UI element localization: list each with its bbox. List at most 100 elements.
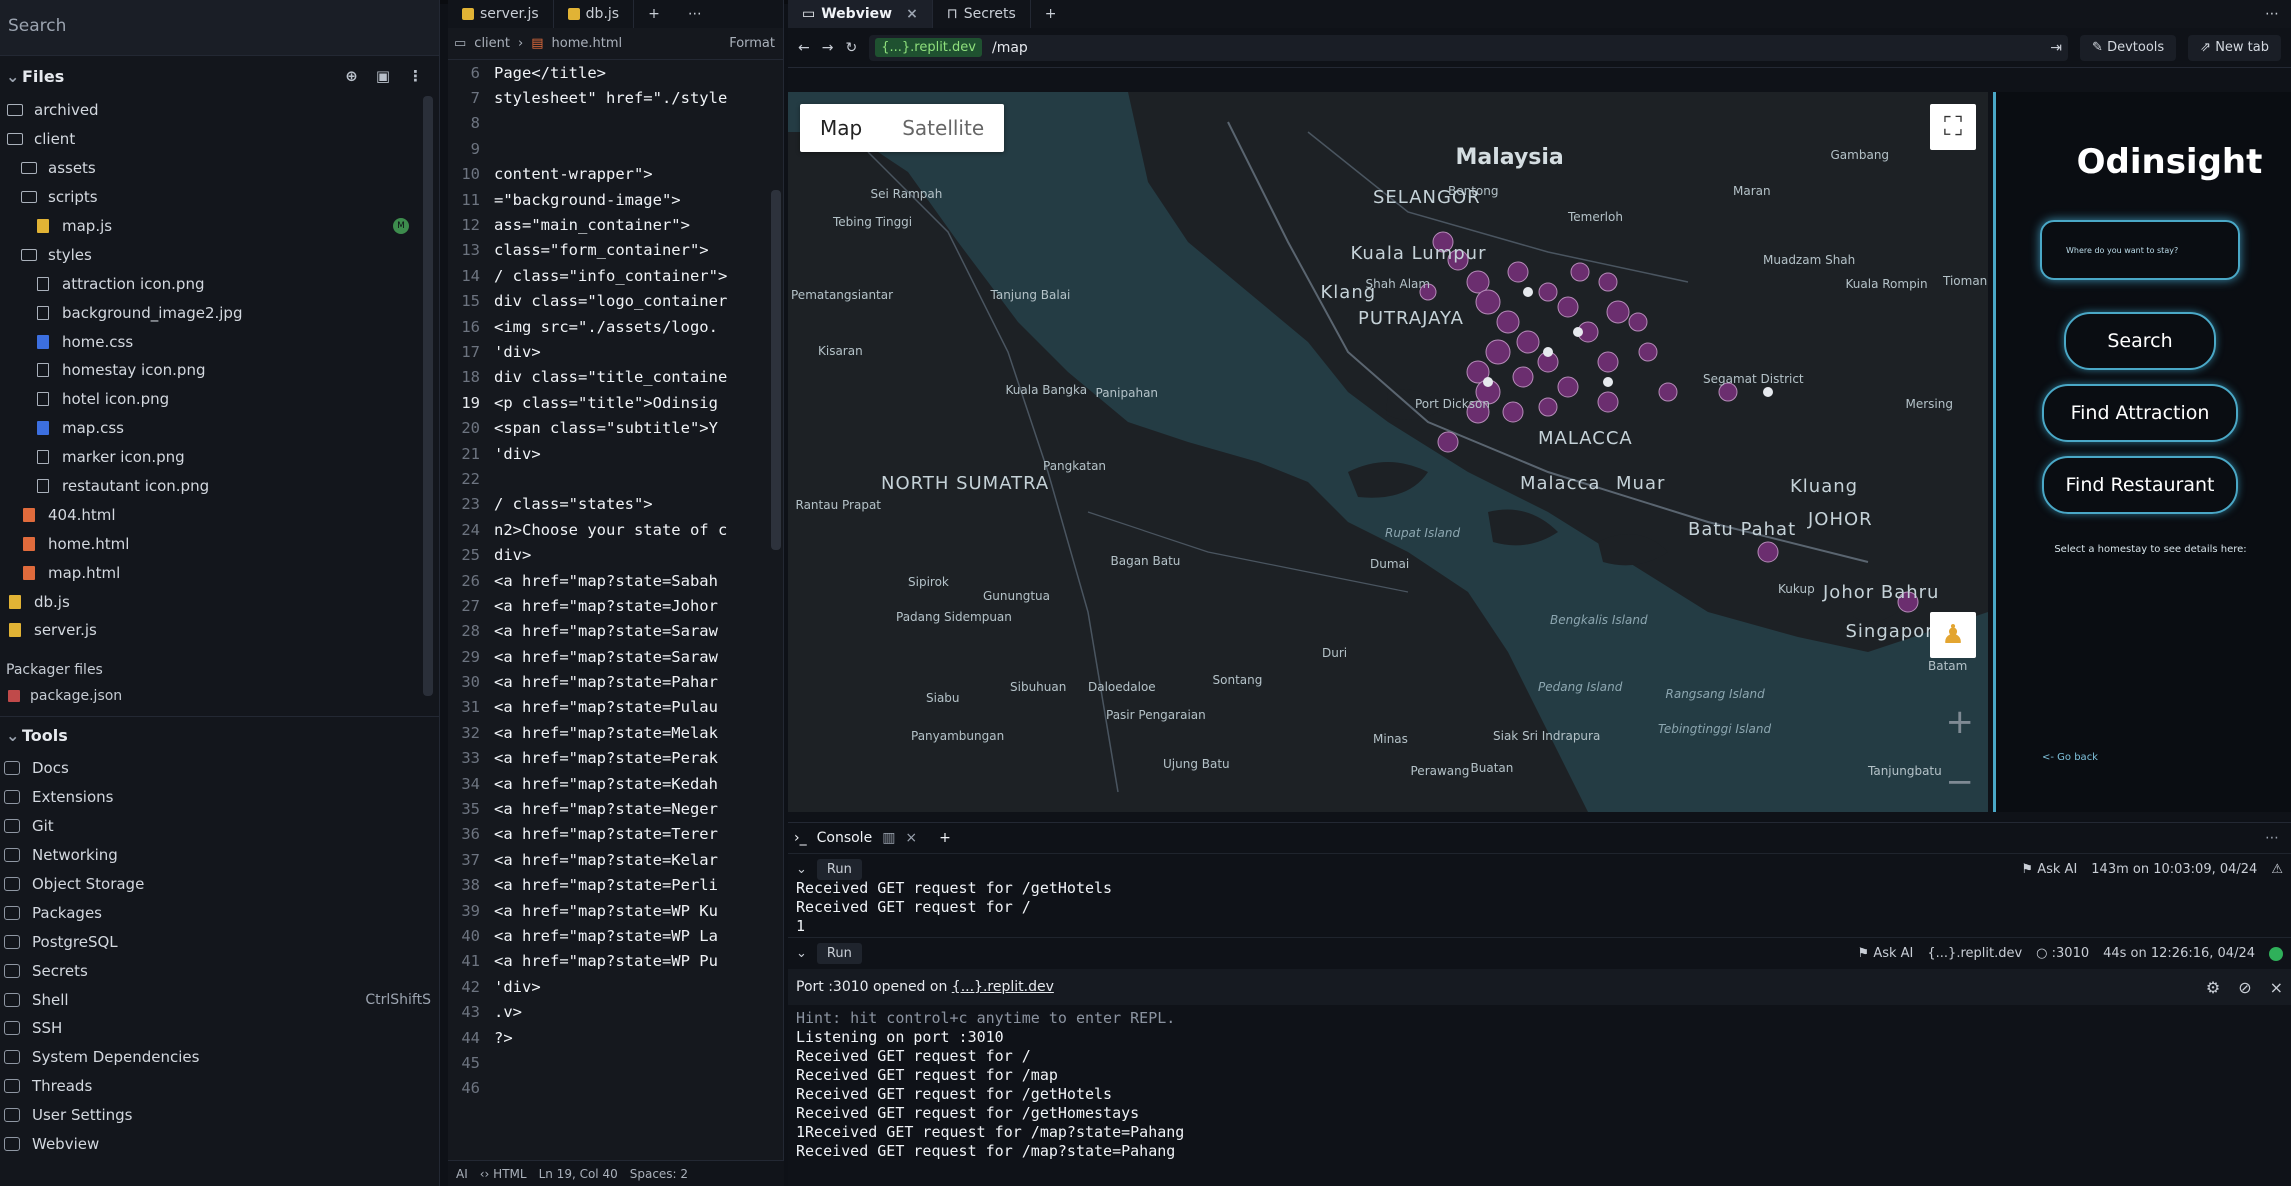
close-icon[interactable]: × bbox=[2270, 978, 2283, 997]
language-mode[interactable]: ‹› HTML bbox=[480, 1167, 527, 1181]
add-tab-button[interactable]: + bbox=[634, 0, 674, 28]
add-tab-button[interactable]: + bbox=[939, 830, 951, 846]
code-line[interactable]: 26 <a href="map?state=Sabah bbox=[448, 568, 783, 593]
run-host[interactable]: {...}.replit.dev bbox=[1927, 946, 2022, 961]
code-line[interactable]: 7 stylesheet" href="./style bbox=[448, 85, 783, 110]
cursor-position[interactable]: Ln 19, Col 40 bbox=[539, 1167, 618, 1181]
code-line[interactable]: 34 <a href="map?state=Kedah bbox=[448, 771, 783, 796]
tool-item-packages[interactable]: Packages bbox=[0, 898, 439, 927]
tree-item[interactable]: assets bbox=[0, 154, 439, 183]
code-line[interactable]: 12 ass="main_container"> bbox=[448, 212, 783, 237]
more-options-icon[interactable]: ⋮ bbox=[408, 67, 423, 85]
tree-item[interactable]: archived bbox=[0, 96, 439, 125]
pegman-icon[interactable]: ♟ bbox=[1930, 612, 1976, 658]
tree-item[interactable]: scripts bbox=[0, 183, 439, 212]
search-button[interactable]: Search bbox=[2064, 312, 2216, 370]
code-line[interactable]: 8 bbox=[448, 111, 783, 136]
code-line[interactable]: 43 .v> bbox=[448, 999, 783, 1024]
tree-item[interactable]: homestay icon.png bbox=[0, 356, 439, 385]
satellite-button[interactable]: Satellite bbox=[882, 104, 1004, 152]
code-line[interactable]: 33 <a href="map?state=Perak bbox=[448, 746, 783, 771]
indent-setting[interactable]: Spaces: 2 bbox=[630, 1167, 688, 1181]
editor-scrollbar[interactable] bbox=[771, 190, 781, 550]
back-arrow-icon[interactable]: ← bbox=[798, 40, 810, 56]
code-line[interactable]: 20 <span class="subtitle">Y bbox=[448, 415, 783, 440]
chevron-down-icon[interactable]: ⌄ bbox=[796, 862, 807, 877]
code-line[interactable]: 27 <a href="map?state=Johor bbox=[448, 593, 783, 618]
tree-item[interactable]: marker icon.png bbox=[0, 443, 439, 472]
code-line[interactable]: 10 content-wrapper"> bbox=[448, 162, 783, 187]
code-line[interactable]: 45 bbox=[448, 1050, 783, 1075]
tool-item-docs[interactable]: Docs bbox=[0, 754, 439, 783]
code-line[interactable]: 37 <a href="map?state=Kelar bbox=[448, 847, 783, 872]
chevron-down-icon[interactable]: ⌄ bbox=[796, 946, 807, 961]
code-line[interactable]: 15 div class="logo_container bbox=[448, 289, 783, 314]
tree-item[interactable]: restautant icon.png bbox=[0, 472, 439, 501]
format-button[interactable]: Format bbox=[729, 36, 775, 51]
tab-db-js[interactable]: db.js bbox=[554, 0, 635, 28]
code-line[interactable]: 29 <a href="map?state=Saraw bbox=[448, 644, 783, 669]
code-line[interactable]: 36 <a href="map?state=Terer bbox=[448, 822, 783, 847]
code-line[interactable]: 42 'div> bbox=[448, 974, 783, 999]
code-line[interactable]: 14 / class="info_container"> bbox=[448, 263, 783, 288]
tool-item-extensions[interactable]: Extensions bbox=[0, 783, 439, 812]
tree-item[interactable]: map.css bbox=[0, 414, 439, 443]
new-tab-button[interactable]: ⇗ New tab bbox=[2188, 34, 2281, 61]
tool-item-threads[interactable]: Threads bbox=[0, 1072, 439, 1101]
code-line[interactable]: 19 <p class="title">Odinsig bbox=[448, 390, 783, 415]
map-button[interactable]: Map bbox=[800, 104, 882, 152]
tree-item[interactable]: styles bbox=[0, 240, 439, 269]
globe-off-icon[interactable]: ⊘ bbox=[2238, 978, 2251, 997]
code-line[interactable]: 30 <a href="map?state=Pahar bbox=[448, 669, 783, 694]
tree-item[interactable]: map.html bbox=[0, 558, 439, 587]
tree-item[interactable]: home.css bbox=[0, 327, 439, 356]
devtools-button[interactable]: ✎ Devtools bbox=[2080, 34, 2177, 61]
open-external-icon[interactable]: ⇥ bbox=[2050, 40, 2062, 56]
port-link[interactable]: {...}.replit.dev bbox=[952, 979, 1054, 995]
tool-item-secrets[interactable]: Secrets bbox=[0, 956, 439, 985]
tools-header[interactable]: ⌄ Tools bbox=[0, 716, 439, 754]
tab-console[interactable]: Console bbox=[817, 830, 873, 846]
code-line[interactable]: 32 <a href="map?state=Melak bbox=[448, 720, 783, 745]
tool-item-networking[interactable]: Networking bbox=[0, 841, 439, 870]
more-options-icon[interactable]: ⋯ bbox=[2265, 6, 2279, 22]
tree-item[interactable]: hotel icon.png bbox=[0, 385, 439, 414]
code-line[interactable]: 21 'div> bbox=[448, 441, 783, 466]
tree-item[interactable]: 404.html bbox=[0, 500, 439, 529]
run-label[interactable]: Run bbox=[816, 859, 862, 880]
code-line[interactable]: 9 bbox=[448, 136, 783, 161]
code-line[interactable]: 39 <a href="map?state=WP Ku bbox=[448, 898, 783, 923]
tree-item[interactable]: background_image2.jpg bbox=[0, 298, 439, 327]
code-line[interactable]: 38 <a href="map?state=Perli bbox=[448, 873, 783, 898]
code-line[interactable]: 11 ="background-image"> bbox=[448, 187, 783, 212]
code-line[interactable]: 23 / class="states"> bbox=[448, 492, 783, 517]
code-line[interactable]: 24 n2>Choose your state of c bbox=[448, 517, 783, 542]
ask-ai-button[interactable]: ⚑ Ask AI bbox=[1858, 946, 1914, 961]
chevron-down-icon[interactable]: ⌄ bbox=[6, 67, 22, 86]
more-options-icon[interactable]: ⋯ bbox=[2265, 830, 2279, 846]
tree-item[interactable]: home.html bbox=[0, 529, 439, 558]
package-json-item[interactable]: package.json bbox=[6, 688, 433, 704]
zoom-in-icon[interactable]: + bbox=[1946, 702, 1975, 742]
search-input[interactable]: Search bbox=[0, 0, 439, 56]
code-line[interactable]: 17 'div> bbox=[448, 339, 783, 364]
tree-item[interactable]: map.js M bbox=[0, 212, 439, 241]
ask-ai-button[interactable]: ⚑ Ask AI bbox=[2021, 862, 2077, 877]
tree-item[interactable]: server.js bbox=[0, 616, 439, 645]
tab-secrets[interactable]: ⊓ Secrets bbox=[933, 0, 1031, 28]
tool-item-object-storage[interactable]: Object Storage bbox=[0, 870, 439, 899]
code-line[interactable]: 25 div> bbox=[448, 542, 783, 567]
run-label[interactable]: Run bbox=[816, 943, 862, 964]
tree-item[interactable]: attraction icon.png bbox=[0, 269, 439, 298]
destination-input[interactable]: Where do you want to stay? bbox=[2040, 220, 2240, 280]
code-line[interactable]: 13 class="form_container"> bbox=[448, 238, 783, 263]
find-restaurant-button[interactable]: Find Restaurant bbox=[2042, 456, 2238, 514]
sidebar-scrollbar[interactable] bbox=[423, 96, 433, 696]
code-line[interactable]: 46 bbox=[448, 1076, 783, 1101]
tool-item-user-settings[interactable]: User Settings bbox=[0, 1101, 439, 1130]
close-icon[interactable]: × bbox=[906, 6, 918, 22]
tool-item-git[interactable]: Git bbox=[0, 812, 439, 841]
tool-item-ssh[interactable]: SSH bbox=[0, 1014, 439, 1043]
code-area[interactable]: 6 Page</title> 7 stylesheet" href="./style 8… bbox=[448, 60, 783, 1120]
go-back-link[interactable]: <- Go back bbox=[2042, 752, 2098, 763]
